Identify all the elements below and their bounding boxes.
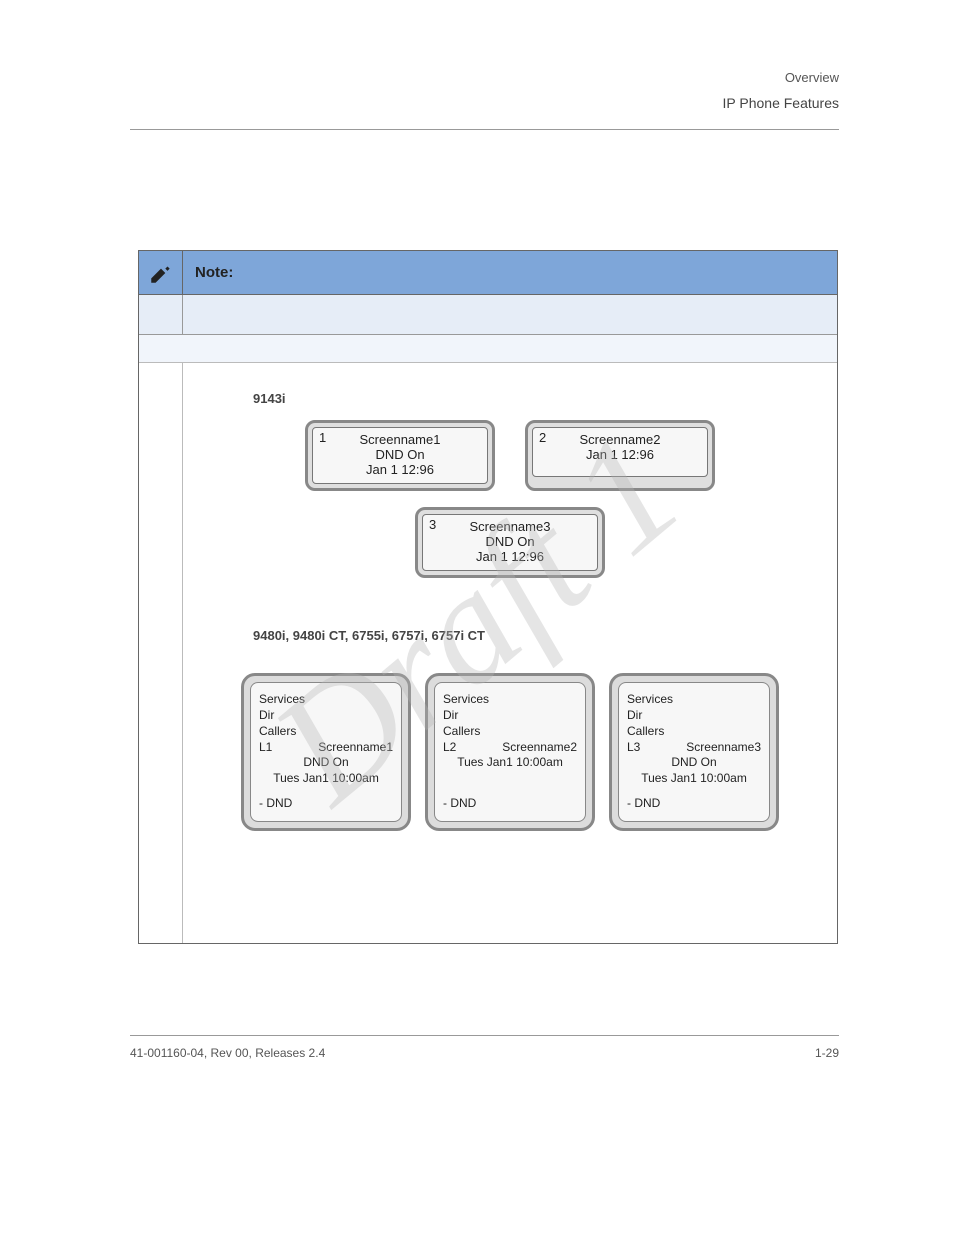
note-label: Note: [183,264,233,281]
phone-large-2-line: L2 [443,740,456,754]
phone-large-3-softkey: - DND [627,795,761,811]
page-header: Overview IP Phone Features [130,70,839,130]
phone-large-3-m1: Services [627,691,761,707]
phone-small-1-time: Jan 1 12:96 [319,462,481,477]
phone-small-2-name: Screenname2 [539,432,701,447]
large-phones-row: Services Dir Callers L1 Screenname1 DND … [193,673,827,831]
phone-large-1-name: Screenname1 [318,740,393,754]
small-phones-row1: 1 Screenname1 DND On Jan 1 12:96 2 Scree… [193,420,827,491]
phone-small-1-num: 1 [319,430,326,445]
small-phones-row2: 3 Screenname3 DND On Jan 1 12:96 [193,507,827,578]
phone-small-3-status: DND On [429,534,591,549]
header-rule [130,129,839,130]
model-label-small: 9143i [253,391,827,406]
phone-large-2-m2: Dir [443,707,577,723]
phone-large-3-status: DND On [627,754,761,770]
phone-large-3: Services Dir Callers L3 Screenname3 DND … [609,673,779,831]
note-icon [148,260,174,286]
phone-small-3-screen: 3 Screenname3 DND On Jan 1 12:96 [422,514,598,571]
phone-large-3-line-row: L3 Screenname3 [627,740,761,754]
phone-small-3-time: Jan 1 12:96 [429,549,591,564]
phone-small-2-time: Jan 1 12:96 [539,447,701,462]
phone-large-1-m1: Services [259,691,393,707]
phone-small-1-screen: 1 Screenname1 DND On Jan 1 12:96 [312,427,488,484]
phone-small-1-name: Screenname1 [319,432,481,447]
phone-large-1-softkey: - DND [259,795,393,811]
phone-large-1-m2: Dir [259,707,393,723]
phone-small-3-num: 3 [429,517,436,532]
phone-large-3-time: Tues Jan1 10:00am [627,770,761,786]
phone-large-2-name: Screenname2 [502,740,577,754]
header-section: Overview [130,70,839,85]
phone-large-2-m3: Callers [443,723,577,739]
phone-large-3-name: Screenname3 [686,740,761,754]
body-gutter [139,363,183,943]
page-footer: 41-001160-04, Rev 00, Releases 2.4 1-29 [130,1035,839,1060]
note-subheader [139,295,837,335]
header-title: IP Phone Features [130,95,839,111]
note-row3 [139,335,837,363]
phone-small-2-screen: 2 Screenname2 Jan 1 12:96 [532,427,708,477]
phone-small-3: 3 Screenname3 DND On Jan 1 12:96 [415,507,605,578]
phone-large-1-line-row: L1 Screenname1 [259,740,393,754]
phone-large-1-m3: Callers [259,723,393,739]
note-header: Note: [139,251,837,295]
phone-large-1-line: L1 [259,740,272,754]
phone-large-3-m3: Callers [627,723,761,739]
phone-large-3-screen: Services Dir Callers L3 Screenname3 DND … [618,682,770,822]
phone-large-2-softkey: - DND [443,795,577,811]
phone-large-1: Services Dir Callers L1 Screenname1 DND … [241,673,411,831]
phone-small-1: 1 Screenname1 DND On Jan 1 12:96 [305,420,495,491]
phone-large-2-m1: Services [443,691,577,707]
phone-large-1-time: Tues Jan1 10:00am [259,770,393,786]
phone-small-1-status: DND On [319,447,481,462]
note-body: 9143i 1 Screenname1 DND On Jan 1 12:96 2… [139,363,837,943]
phone-large-2: Services Dir Callers L2 Screenname2 Tues… [425,673,595,831]
phone-large-1-screen: Services Dir Callers L1 Screenname1 DND … [250,682,402,822]
phone-small-2: 2 Screenname2 Jan 1 12:96 [525,420,715,491]
footer-rule [130,1035,839,1036]
phone-large-3-line: L3 [627,740,640,754]
note-icon-cell [139,251,183,295]
model-label-large: 9480i, 9480i CT, 6755i, 6757i, 6757i CT [253,628,827,643]
phone-large-1-status: DND On [259,754,393,770]
phone-large-2-line-row: L2 Screenname2 [443,740,577,754]
phone-large-2-time: Tues Jan1 10:00am [443,754,577,770]
body-main: 9143i 1 Screenname1 DND On Jan 1 12:96 2… [183,363,837,943]
phone-large-2-screen: Services Dir Callers L2 Screenname2 Tues… [434,682,586,822]
phone-large-3-m2: Dir [627,707,761,723]
phone-small-2-num: 2 [539,430,546,445]
note-subheader-gutter [139,295,183,334]
footer-doc: 41-001160-04, Rev 00, Releases 2.4 [130,1046,325,1060]
note-box: Note: 9143i 1 Screenname1 DND On Jan 1 1… [138,250,838,944]
footer-page: 1-29 [815,1046,839,1060]
phone-small-3-name: Screenname3 [429,519,591,534]
